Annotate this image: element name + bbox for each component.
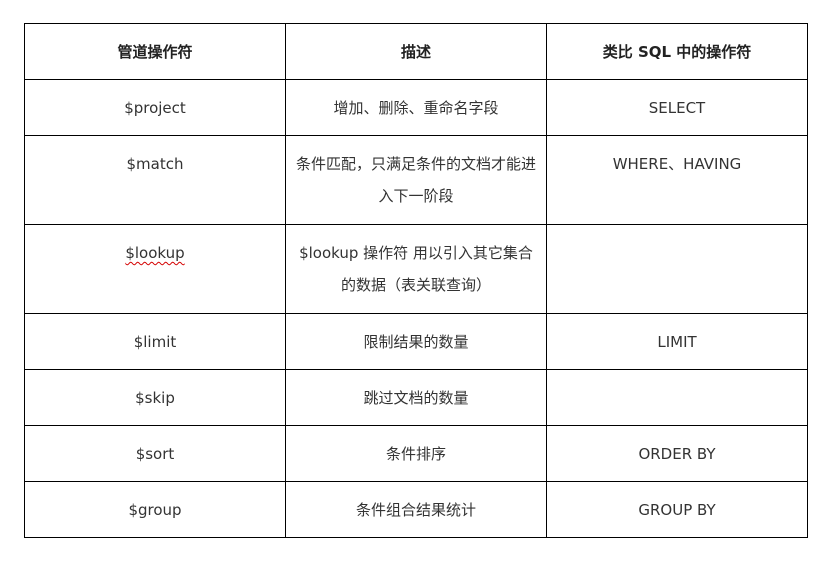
operator-cell: $limit bbox=[24, 313, 286, 370]
description-cell: 条件组合结果统计 bbox=[285, 481, 547, 538]
description-cell: 跳过文档的数量 bbox=[285, 369, 547, 426]
sql-cell: GROUP BY bbox=[546, 481, 808, 538]
sql-cell: ORDER BY bbox=[546, 425, 808, 482]
description-cell: $lookup 操作符 用以引入其它集合的数据（表关联查询） bbox=[285, 224, 547, 314]
sql-cell: WHERE、HAVING bbox=[546, 135, 808, 225]
table-row: $limit 限制结果的数量 LIMIT bbox=[24, 313, 808, 370]
sql-cell bbox=[546, 224, 808, 314]
sql-cell: SELECT bbox=[546, 79, 808, 136]
table-row: $project 增加、删除、重命名字段 SELECT bbox=[24, 79, 808, 136]
spellcheck-underlined-text: $lookup bbox=[125, 244, 185, 262]
table-row: $lookup $lookup 操作符 用以引入其它集合的数据（表关联查询） bbox=[24, 224, 808, 314]
table-row: $sort 条件排序 ORDER BY bbox=[24, 425, 808, 482]
pipeline-operators-table: 管道操作符 描述 类比 SQL 中的操作符 $project 增加、删除、重命名… bbox=[24, 23, 808, 538]
sql-cell: LIMIT bbox=[546, 313, 808, 370]
table-row: $group 条件组合结果统计 GROUP BY bbox=[24, 481, 808, 538]
header-sql-equivalent: 类比 SQL 中的操作符 bbox=[546, 23, 808, 80]
header-operator: 管道操作符 bbox=[24, 23, 286, 80]
operator-cell: $group bbox=[24, 481, 286, 538]
operator-cell: $sort bbox=[24, 425, 286, 482]
description-cell: 限制结果的数量 bbox=[285, 313, 547, 370]
sql-cell bbox=[546, 369, 808, 426]
table-row: $match 条件匹配，只满足条件的文档才能进入下一阶段 WHERE、HAVIN… bbox=[24, 135, 808, 225]
table-row: $skip 跳过文档的数量 bbox=[24, 369, 808, 426]
operator-cell: $skip bbox=[24, 369, 286, 426]
description-cell: 条件排序 bbox=[285, 425, 547, 482]
description-cell: 增加、删除、重命名字段 bbox=[285, 79, 547, 136]
operator-cell: $match bbox=[24, 135, 286, 225]
description-cell: 条件匹配，只满足条件的文档才能进入下一阶段 bbox=[285, 135, 547, 225]
header-description: 描述 bbox=[285, 23, 547, 80]
operator-cell: $lookup bbox=[24, 224, 286, 314]
operator-cell: $project bbox=[24, 79, 286, 136]
table-header-row: 管道操作符 描述 类比 SQL 中的操作符 bbox=[24, 23, 808, 80]
